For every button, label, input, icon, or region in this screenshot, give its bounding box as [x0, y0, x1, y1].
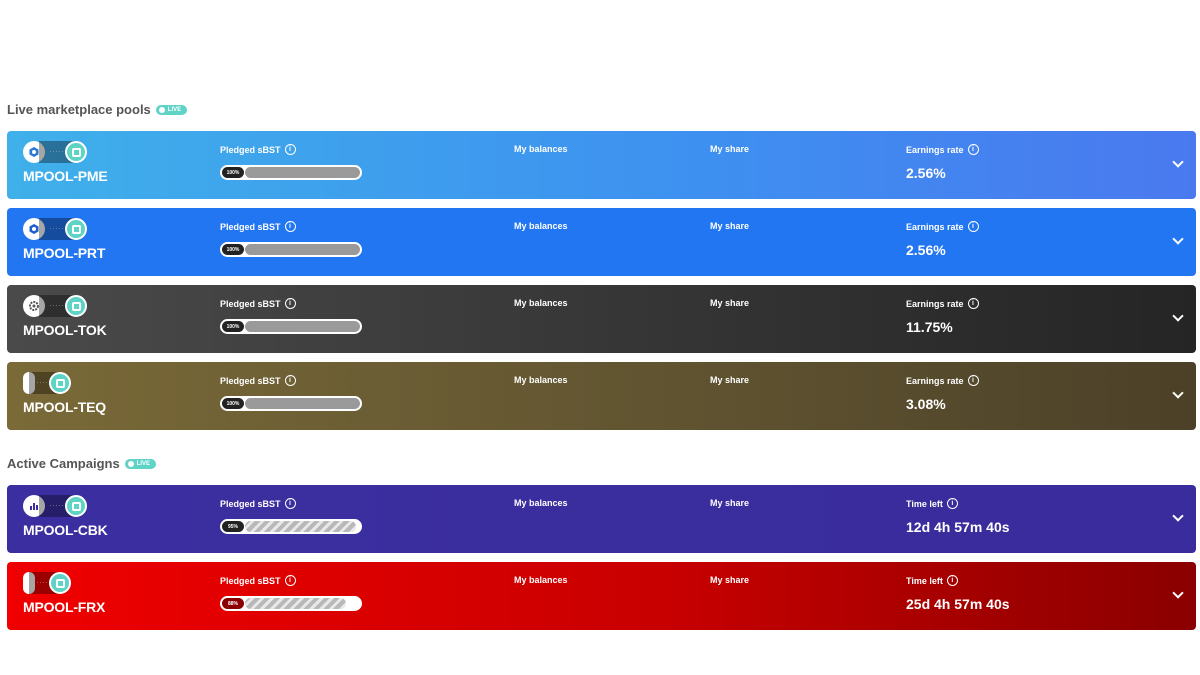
- pool-row-pme[interactable]: ····· MPOOL-PME Pledged sBST i My balance…: [7, 131, 1196, 199]
- sbst-token-icon: [49, 372, 71, 394]
- pool-name: MPOOL-TOK: [23, 322, 107, 338]
- time-left-label: Time left i: [906, 575, 958, 586]
- chevron-down-icon[interactable]: [1172, 510, 1184, 522]
- sbst-token-icon: [65, 141, 87, 163]
- progress-fill: [245, 244, 360, 255]
- info-icon[interactable]: i: [284, 575, 296, 586]
- pledged-progress-bar: 95%: [220, 519, 362, 534]
- sbst-token-icon: [49, 572, 71, 594]
- info-icon[interactable]: i: [967, 375, 979, 386]
- earnings-label: Earnings rate i: [906, 375, 979, 386]
- pool-logo: ·····: [23, 218, 87, 240]
- pool-row-prt[interactable]: ····· MPOOL-PRT Pledged sBST i My balance…: [7, 208, 1196, 276]
- balances-label: My balances: [514, 144, 568, 154]
- pledged-percent: 100%: [222, 398, 244, 409]
- chevron-down-icon[interactable]: [1172, 156, 1184, 168]
- pledged-percent: 100%: [222, 167, 244, 178]
- earnings-label: Earnings rate i: [906, 298, 979, 309]
- pool-logo: ·····: [23, 495, 87, 517]
- info-icon[interactable]: i: [284, 498, 296, 509]
- time-left-value: 12d 4h 57m 40s: [906, 519, 1010, 535]
- time-left-value: 25d 4h 57m 40s: [906, 596, 1010, 612]
- sbst-token-icon: [65, 295, 87, 317]
- pledged-progress-bar: 100%: [220, 242, 362, 257]
- pool-name: MPOOL-FRX: [23, 599, 106, 615]
- pool-name: MPOOL-CBK: [23, 522, 108, 538]
- share-label: My share: [710, 298, 750, 308]
- pledged-label: Pledged sBST i: [220, 375, 296, 386]
- pool-logo: ·····: [23, 572, 71, 594]
- campaigns-title: Active Campaigns LIVE: [7, 456, 157, 471]
- info-icon[interactable]: i: [284, 298, 296, 309]
- info-icon[interactable]: i: [967, 221, 979, 232]
- pledged-progress-bar: 88%: [220, 596, 362, 611]
- share-label: My share: [710, 498, 750, 508]
- chevron-down-icon[interactable]: [1172, 310, 1184, 322]
- pledged-progress-bar: 100%: [220, 319, 362, 334]
- balances-label: My balances: [514, 575, 568, 585]
- pledged-progress-bar: 100%: [220, 165, 362, 180]
- live-dot-icon: [158, 106, 165, 113]
- live-pools-title: Live marketplace pools LIVE: [7, 102, 188, 117]
- info-icon[interactable]: i: [967, 298, 979, 309]
- earnings-label: Earnings rate i: [906, 221, 979, 232]
- campaign-row-frx[interactable]: ····· MPOOL-FRX Pledged sBST i My balance…: [7, 562, 1196, 630]
- pool-name: MPOOL-PRT: [23, 245, 106, 261]
- pledged-percent: 95%: [222, 521, 244, 532]
- sbst-token-icon: [65, 495, 87, 517]
- pool-logo: ·····: [23, 295, 87, 317]
- share-label: My share: [710, 375, 750, 385]
- pledged-percent: 100%: [222, 321, 244, 332]
- pool-logo: ·····: [23, 141, 87, 163]
- pledged-label: Pledged sBST i: [220, 221, 296, 232]
- info-icon[interactable]: i: [967, 144, 979, 155]
- live-badge: LIVE: [124, 458, 157, 469]
- chevron-down-icon[interactable]: [1172, 387, 1184, 399]
- info-icon[interactable]: i: [284, 144, 296, 155]
- info-icon[interactable]: i: [946, 498, 958, 509]
- pledged-percent: 100%: [222, 244, 244, 255]
- earnings-label: Earnings rate i: [906, 144, 979, 155]
- pool-name: MPOOL-TEQ: [23, 399, 106, 415]
- share-label: My share: [710, 221, 750, 231]
- pledged-label: Pledged sBST i: [220, 144, 296, 155]
- progress-fill: [245, 321, 360, 332]
- pool-logo: ·····: [23, 372, 71, 394]
- info-icon[interactable]: i: [946, 575, 958, 586]
- earnings-rate-value: 11.75%: [906, 319, 953, 335]
- pledged-label: Pledged sBST i: [220, 298, 296, 309]
- progress-fill: [245, 398, 360, 409]
- balances-label: My balances: [514, 221, 568, 231]
- pledged-label: Pledged sBST i: [220, 498, 296, 509]
- balances-label: My balances: [514, 375, 568, 385]
- progress-fill: [245, 521, 356, 532]
- live-dot-icon: [127, 460, 134, 467]
- balances-label: My balances: [514, 298, 568, 308]
- earnings-rate-value: 2.56%: [906, 242, 946, 258]
- info-icon[interactable]: i: [284, 375, 296, 386]
- info-icon[interactable]: i: [284, 221, 296, 232]
- progress-fill: [245, 598, 346, 609]
- share-label: My share: [710, 144, 750, 154]
- chevron-down-icon[interactable]: [1172, 233, 1184, 245]
- earnings-rate-value: 2.56%: [906, 165, 946, 181]
- progress-fill: [245, 167, 360, 178]
- share-label: My share: [710, 575, 750, 585]
- live-badge: LIVE: [155, 104, 188, 115]
- pool-row-teq[interactable]: ····· MPOOL-TEQ Pledged sBST i My balance…: [7, 362, 1196, 430]
- pool-row-tok[interactable]: ····· MPOOL-TOK Pledged sBST i My balance…: [7, 285, 1196, 353]
- pledged-label: Pledged sBST i: [220, 575, 296, 586]
- pledged-progress-bar: 100%: [220, 396, 362, 411]
- chevron-down-icon[interactable]: [1172, 587, 1184, 599]
- pledged-percent: 88%: [222, 598, 244, 609]
- balances-label: My balances: [514, 498, 568, 508]
- campaign-row-cbk[interactable]: ····· MPOOL-CBK Pledged sBST i My balance…: [7, 485, 1196, 553]
- pool-name: MPOOL-PME: [23, 168, 108, 184]
- sbst-token-icon: [65, 218, 87, 240]
- earnings-rate-value: 3.08%: [906, 396, 946, 412]
- time-left-label: Time left i: [906, 498, 958, 509]
